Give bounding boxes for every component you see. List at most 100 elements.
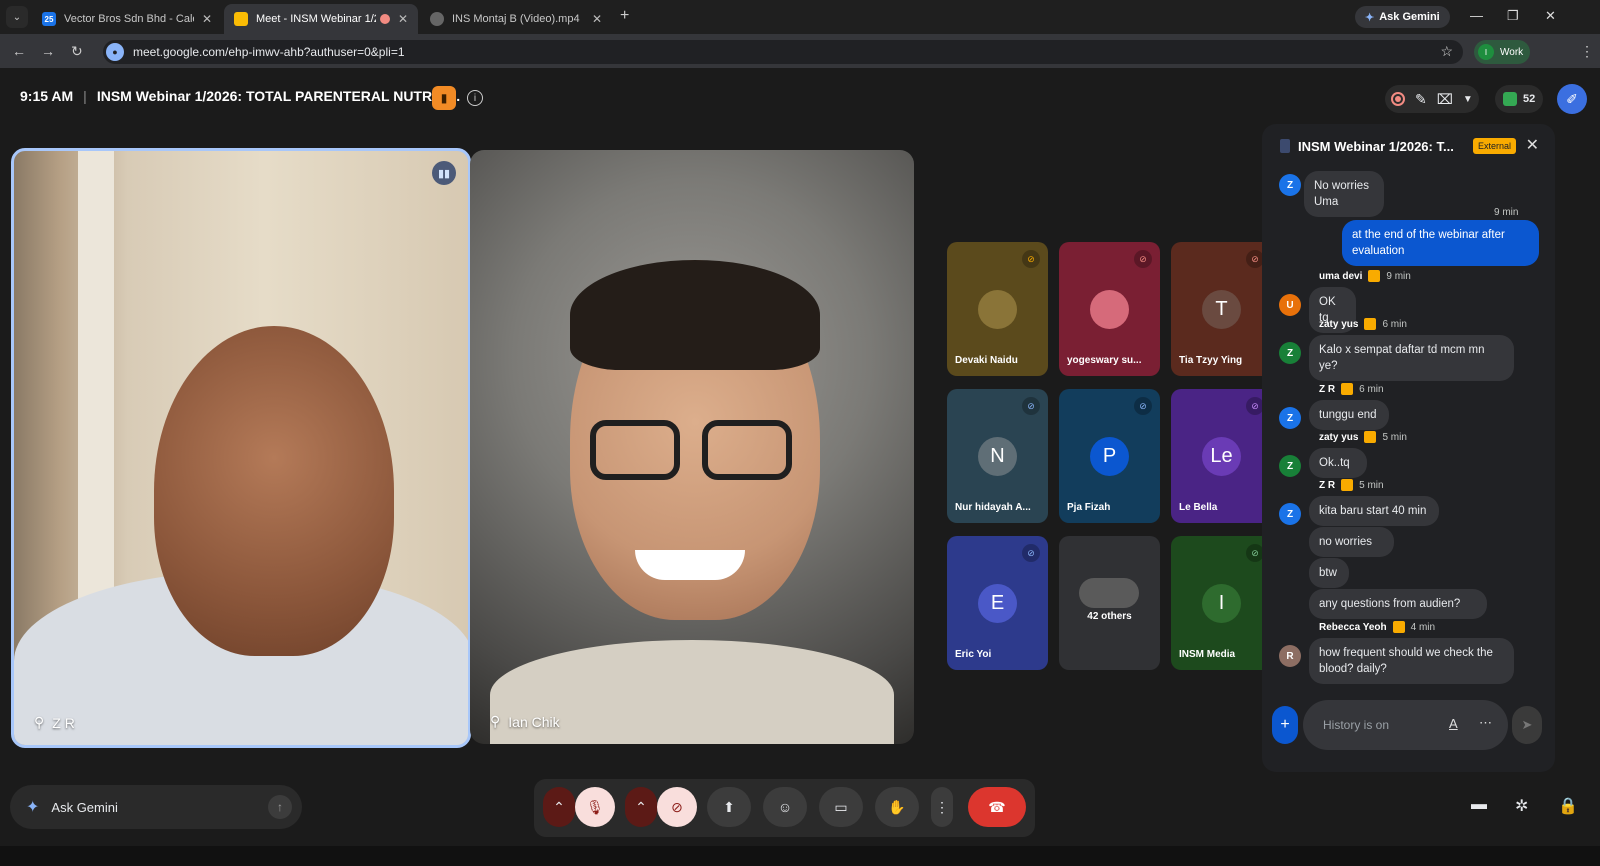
participant-name: Tia Tzyy Ying — [1179, 355, 1243, 366]
audio-options-chevron-icon[interactable]: ⌃ — [543, 787, 575, 827]
new-tab-button[interactable]: + — [620, 7, 629, 25]
message-author: uma devi — [1319, 270, 1363, 282]
present-screen-icon[interactable]: ⬆ — [707, 787, 751, 827]
chat-title: INSM Webinar 1/2026: T... — [1298, 138, 1454, 154]
add-button[interactable]: + — [1272, 706, 1298, 744]
message-meta: 9 min — [1494, 207, 1518, 218]
globe-icon — [430, 12, 444, 26]
video-tile-ian-chik[interactable]: ⚲ Ian Chik — [470, 150, 914, 744]
profile-avatar: I — [1478, 44, 1494, 60]
captions-icon[interactable]: ▭ — [819, 787, 863, 827]
forward-icon[interactable]: → — [41, 43, 55, 59]
tab-search-button[interactable]: ⌄ — [6, 6, 28, 28]
close-icon[interactable]: ✕ — [1526, 135, 1539, 155]
recording-icon[interactable] — [1391, 92, 1405, 106]
participant-name: 42 others — [1087, 611, 1132, 622]
arrow-up-icon[interactable]: ↑ — [268, 795, 292, 819]
reload-icon[interactable]: ↻ — [71, 43, 83, 60]
pin-icon[interactable]: ⚲ — [490, 713, 500, 730]
avatar: Z — [1279, 342, 1301, 364]
camera-off-icon[interactable]: ⌧ — [1437, 91, 1453, 108]
close-icon[interactable]: ✕ — [202, 12, 212, 26]
message-time: 6 min — [1359, 383, 1384, 395]
recording-icon — [379, 14, 390, 24]
pin-icon[interactable]: ⚲ — [34, 714, 44, 731]
tab-label: INS Montaj B (Video).mp4 — [452, 13, 580, 25]
host-badge-icon — [1341, 383, 1354, 395]
message-author: Z R — [1319, 383, 1336, 395]
grid-tile[interactable]: T ⊘ Tia Tzyy Ying — [1171, 242, 1272, 376]
grid-tile[interactable]: ⊘ yogeswary su... — [1059, 242, 1160, 376]
bookmark-star-icon[interactable]: ☆ — [1440, 43, 1453, 60]
tab-video[interactable]: INS Montaj B (Video).mp4 ✕ — [420, 4, 612, 34]
meeting-title: INSM Webinar 1/2026: TOTAL PARENTERAL NU… — [96, 88, 461, 104]
grid-tile[interactable]: N ⊘ Nur hidayah A... — [947, 389, 1048, 523]
close-window-button[interactable]: ✕ — [1545, 8, 1556, 24]
camera-off-button[interactable]: ⊘ — [657, 787, 697, 827]
people-icon — [1503, 92, 1517, 106]
site-info-icon[interactable]: ● — [106, 43, 124, 61]
message-bubble: at the end of the webinar after evaluati… — [1342, 220, 1539, 266]
smile-shape — [635, 550, 745, 580]
mic-off-icon[interactable]: 🎙 — [575, 787, 615, 827]
avatar: T — [1202, 290, 1241, 329]
chevron-down-icon[interactable]: ▼ — [1463, 94, 1473, 105]
host-badge-icon — [1364, 431, 1377, 443]
tab-label: Vector Bros Sdn Bhd - Calendar — [64, 13, 194, 25]
restore-button[interactable]: ❐ — [1507, 8, 1519, 24]
tab-calendar[interactable]: 25 Vector Bros Sdn Bhd - Calendar ✕ — [32, 4, 222, 34]
tab-label: Meet - INSM Webinar 1/2026 — [256, 13, 376, 25]
emoji-icon[interactable]: ☺ — [763, 787, 807, 827]
avatar: R — [1279, 645, 1301, 667]
participant-name: Z R — [52, 714, 75, 731]
raise-hand-icon[interactable]: ✋ — [875, 787, 919, 827]
ask-gemini-chip[interactable]: ✦ Ask Gemini — [1355, 6, 1450, 28]
participant-name: Eric Yoi — [955, 649, 992, 660]
browser-menu-icon[interactable]: ⋮ — [1580, 43, 1594, 60]
leave-call-button[interactable]: ☎ — [968, 787, 1026, 827]
tab-meet[interactable]: Meet - INSM Webinar 1/2026 ✕ — [224, 4, 418, 34]
video-tile-zr[interactable]: ▮▮ ⚲ Z R — [11, 148, 471, 748]
avatar: P — [1090, 437, 1129, 476]
avatar: Z — [1279, 174, 1301, 196]
people-button[interactable]: 52 — [1495, 85, 1544, 113]
ask-gemini-bar[interactable]: ✦ Ask Gemini ↑ — [10, 785, 302, 829]
video-options-chevron-icon[interactable]: ⌃ — [625, 787, 657, 827]
participant-label: ⚲ Z R — [34, 714, 75, 731]
taskbar-strip — [0, 846, 1600, 866]
message-time: 4 min — [1410, 621, 1436, 633]
avatar: Le — [1202, 437, 1241, 476]
close-icon[interactable]: ✕ — [592, 12, 602, 26]
chat-icon[interactable]: ▬ — [1471, 796, 1487, 814]
grid-tile[interactable]: Le ⊘ Le Bella — [1171, 389, 1272, 523]
send-icon[interactable]: ➤ — [1512, 706, 1542, 744]
activities-shapes-icon[interactable]: ✲ — [1515, 796, 1528, 816]
grid-tile[interactable]: P ⊘ Pja Fizah — [1059, 389, 1160, 523]
omnibox[interactable]: ● meet.google.com/ehp-imwv-ahb?authuser=… — [103, 40, 1463, 64]
format-text-icon[interactable]: A — [1449, 716, 1458, 731]
profile-chip[interactable]: I Work — [1474, 40, 1530, 64]
message-time: 9 min — [1494, 207, 1519, 218]
note-icon[interactable]: ✎ — [1415, 91, 1427, 108]
close-icon[interactable]: ✕ — [398, 12, 408, 26]
message-bubble: tunggu end — [1309, 400, 1389, 430]
minimize-button[interactable]: — — [1470, 8, 1483, 23]
meeting-info-icon[interactable]: i — [467, 90, 483, 106]
grid-tile[interactable]: E ⊘ Eric Yoi — [947, 536, 1048, 670]
chat-input[interactable]: History is on A ⋯ — [1303, 700, 1508, 750]
back-icon[interactable]: ← — [12, 43, 26, 59]
grid-tile[interactable]: I ⊘ INSM Media — [1171, 536, 1272, 670]
host-lock-icon[interactable]: 🔒 — [1558, 796, 1578, 816]
grid-tile[interactable]: ⊘ Devaki Naidu — [947, 242, 1048, 376]
grid-tile[interactable]: 42 others — [1059, 536, 1160, 670]
calendar-icon: 25 — [42, 12, 56, 26]
activities-icon[interactable]: ✐ — [1557, 84, 1587, 114]
speaking-indicator-icon: ▮▮ — [432, 161, 456, 185]
ask-gemini-label: Ask Gemini — [51, 799, 118, 815]
more-options-icon[interactable]: ⋮ — [931, 787, 953, 827]
more-options-icon[interactable]: ⋯ — [1479, 715, 1492, 731]
host-controls-icon[interactable]: ▮ — [432, 86, 456, 110]
external-badge: External — [1473, 138, 1517, 154]
url-text: meet.google.com/ehp-imwv-ahb?authuser=0&… — [133, 45, 405, 59]
mic-off-icon: ⊘ — [1022, 544, 1040, 562]
